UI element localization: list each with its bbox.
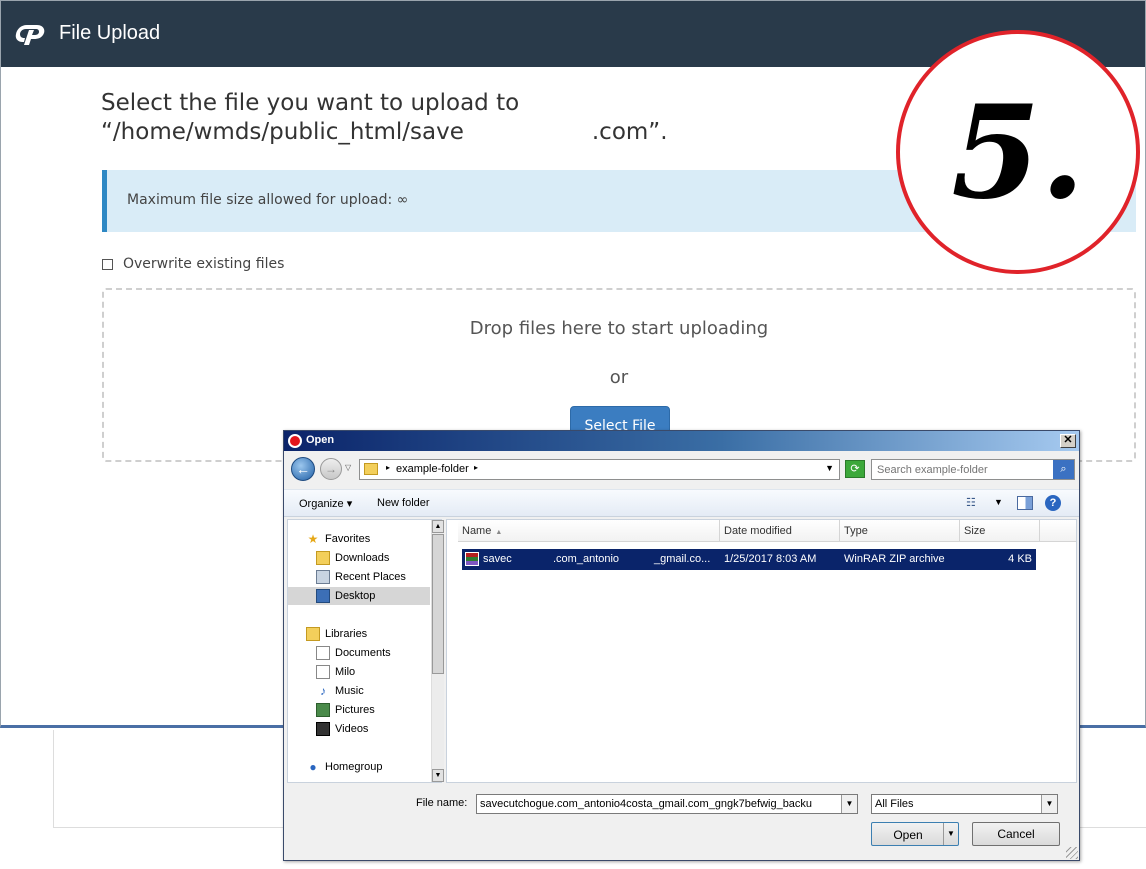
nav-item-desktop[interactable]: Desktop <box>288 587 430 605</box>
file-size: 4 KB <box>1008 553 1032 565</box>
upload-headline: Select the file you want to upload to “/… <box>101 89 668 147</box>
file-name-part: .com_antonio <box>553 553 620 565</box>
file-type-filter-value: All Files <box>875 798 914 810</box>
file-date: 1/25/2017 8:03 AM <box>724 553 817 565</box>
search-icon[interactable]: ⌕ <box>1053 460 1074 479</box>
file-name-label: File name: <box>416 797 468 809</box>
table-row[interactable]: savec .com_antonio _gmail.co... 1/25/201… <box>462 549 1036 570</box>
close-icon[interactable]: ✕ <box>1060 434 1076 448</box>
file-list: Name ▲ Date modified Type Size savec .com… <box>446 519 1077 783</box>
step-annotation-circle: 5. <box>896 30 1140 274</box>
organize-label: Organize <box>299 498 344 510</box>
file-type-filter[interactable]: All Files ▼ <box>871 794 1058 814</box>
open-file-dialog: Open ✕ ← → ▽ ▸ example-folder ▸ ▼ ⟳ ⌕ Or… <box>283 430 1080 861</box>
homegroup-icon: ● <box>309 760 317 774</box>
forward-arrow-icon[interactable]: → <box>320 458 342 480</box>
downloads-folder-icon <box>316 551 330 565</box>
step-number: 5. <box>951 78 1085 228</box>
dialog-toolbar: Organize ▾ New folder ☷ ▼ ? <box>284 489 1079 517</box>
star-icon: ★ <box>307 532 319 546</box>
nav-item-downloads[interactable]: Downloads <box>316 549 389 567</box>
cpanel-logo-icon <box>15 25 45 45</box>
pictures-icon <box>316 703 330 717</box>
address-dropdown-icon[interactable]: ▼ <box>825 463 834 473</box>
chevron-down-icon: ▾ <box>346 498 353 510</box>
nav-item-music[interactable]: ♪ Music <box>316 682 364 700</box>
music-icon: ♪ <box>320 684 326 698</box>
overwrite-checkbox[interactable] <box>102 258 113 270</box>
views-icon[interactable]: ☷ <box>966 496 976 509</box>
chevron-down-icon[interactable]: ▼ <box>841 795 857 813</box>
file-name-combobox[interactable]: ▼ <box>476 794 858 814</box>
breadcrumb-chevron-icon[interactable]: ▸ <box>386 463 390 472</box>
column-header-size[interactable]: Size <box>960 520 1040 542</box>
screenshot: File Upload Select the file you want to … <box>0 0 1146 869</box>
recent-places-icon <box>316 570 330 584</box>
file-name-part: _gmail.co... <box>654 553 711 565</box>
headline-line1: Select the file you want to upload to <box>101 90 520 116</box>
open-button-label: Open <box>893 828 923 842</box>
open-button[interactable]: Open ▼ <box>871 822 959 846</box>
cancel-button[interactable]: Cancel <box>972 822 1060 846</box>
folder-icon <box>364 463 378 475</box>
scroll-thumb[interactable] <box>432 534 444 674</box>
nav-scrollbar[interactable]: ▲ ▼ <box>431 520 444 782</box>
history-dropdown-icon[interactable]: ▽ <box>345 463 351 472</box>
dialog-titlebar[interactable]: Open ✕ <box>284 431 1079 451</box>
library-folder-icon <box>316 665 330 679</box>
nav-item-favorites[interactable]: ★ Favorites <box>306 530 371 548</box>
nav-item-homegroup[interactable]: ● Homegroup <box>306 758 382 776</box>
headline-line2: “/home/wmds/public_html/save .com”. <box>101 118 668 147</box>
breadcrumb-folder[interactable]: example-folder <box>396 463 469 475</box>
nav-item-recent-places[interactable]: Recent Places <box>316 568 406 586</box>
winrar-archive-icon <box>465 552 479 566</box>
dialog-bottom-bar: File name: ▼ All Files ▼ Open ▼ Cancel <box>284 787 1079 860</box>
file-name-input[interactable] <box>477 795 839 813</box>
back-arrow-icon[interactable]: ← <box>291 457 315 481</box>
nav-item-pictures[interactable]: Pictures <box>316 701 375 719</box>
overwrite-label: Overwrite existing files <box>123 256 285 272</box>
headline-suffix: .com”. <box>591 119 668 145</box>
page-title: File Upload <box>59 22 161 44</box>
dialog-title: Open <box>306 434 335 446</box>
address-box[interactable]: ▸ example-folder ▸ ▼ <box>359 459 840 480</box>
search-input[interactable] <box>872 460 1052 479</box>
column-header-type[interactable]: Type <box>840 520 960 542</box>
nav-item-videos[interactable]: Videos <box>316 720 368 738</box>
file-type: WinRAR ZIP archive <box>844 553 945 565</box>
refresh-icon[interactable]: ⟳ <box>845 460 865 478</box>
address-bar: ← → ▽ ▸ example-folder ▸ ▼ ⟳ ⌕ <box>284 453 1079 485</box>
opera-icon <box>288 434 302 448</box>
breadcrumb-chevron-icon[interactable]: ▸ <box>474 463 478 472</box>
libraries-icon <box>306 627 320 641</box>
organize-menu[interactable]: Organize ▾ <box>299 497 352 510</box>
column-header-name[interactable]: Name ▲ <box>458 520 720 542</box>
nav-item-milo[interactable]: Milo <box>316 663 355 681</box>
overwrite-option[interactable]: Overwrite existing files <box>102 256 284 272</box>
nav-item-libraries[interactable]: Libraries <box>306 625 367 643</box>
drop-text: Drop files here to start uploading <box>469 318 769 339</box>
search-box[interactable]: ⌕ <box>871 459 1075 480</box>
nav-item-documents[interactable]: Documents <box>316 644 391 662</box>
column-header-date[interactable]: Date modified <box>720 520 840 542</box>
scroll-up-icon[interactable]: ▲ <box>432 520 444 533</box>
scroll-down-icon[interactable]: ▼ <box>432 769 444 782</box>
headline-path: “/home/wmds/public_html/save <box>101 119 464 145</box>
new-folder-button[interactable]: New folder <box>377 497 430 509</box>
documents-icon <box>316 646 330 660</box>
sort-ascending-icon: ▲ <box>495 529 503 536</box>
desktop-icon <box>316 589 330 603</box>
help-icon[interactable]: ? <box>1045 495 1061 511</box>
resize-grip-icon[interactable] <box>1066 847 1078 859</box>
open-split-dropdown-icon[interactable]: ▼ <box>943 823 958 845</box>
max-size-text: Maximum file size allowed for upload: ∞ <box>127 192 409 208</box>
column-header-spacer <box>1040 520 1076 542</box>
views-dropdown-icon[interactable]: ▼ <box>994 497 1003 507</box>
navigation-pane: ★ Favorites Downloads Recent Places Deskt… <box>287 519 444 783</box>
file-name-part: savec <box>483 553 512 565</box>
chevron-down-icon[interactable]: ▼ <box>1041 795 1057 813</box>
preview-pane-icon[interactable] <box>1017 496 1033 510</box>
videos-icon <box>316 722 330 736</box>
or-text: or <box>609 367 629 388</box>
